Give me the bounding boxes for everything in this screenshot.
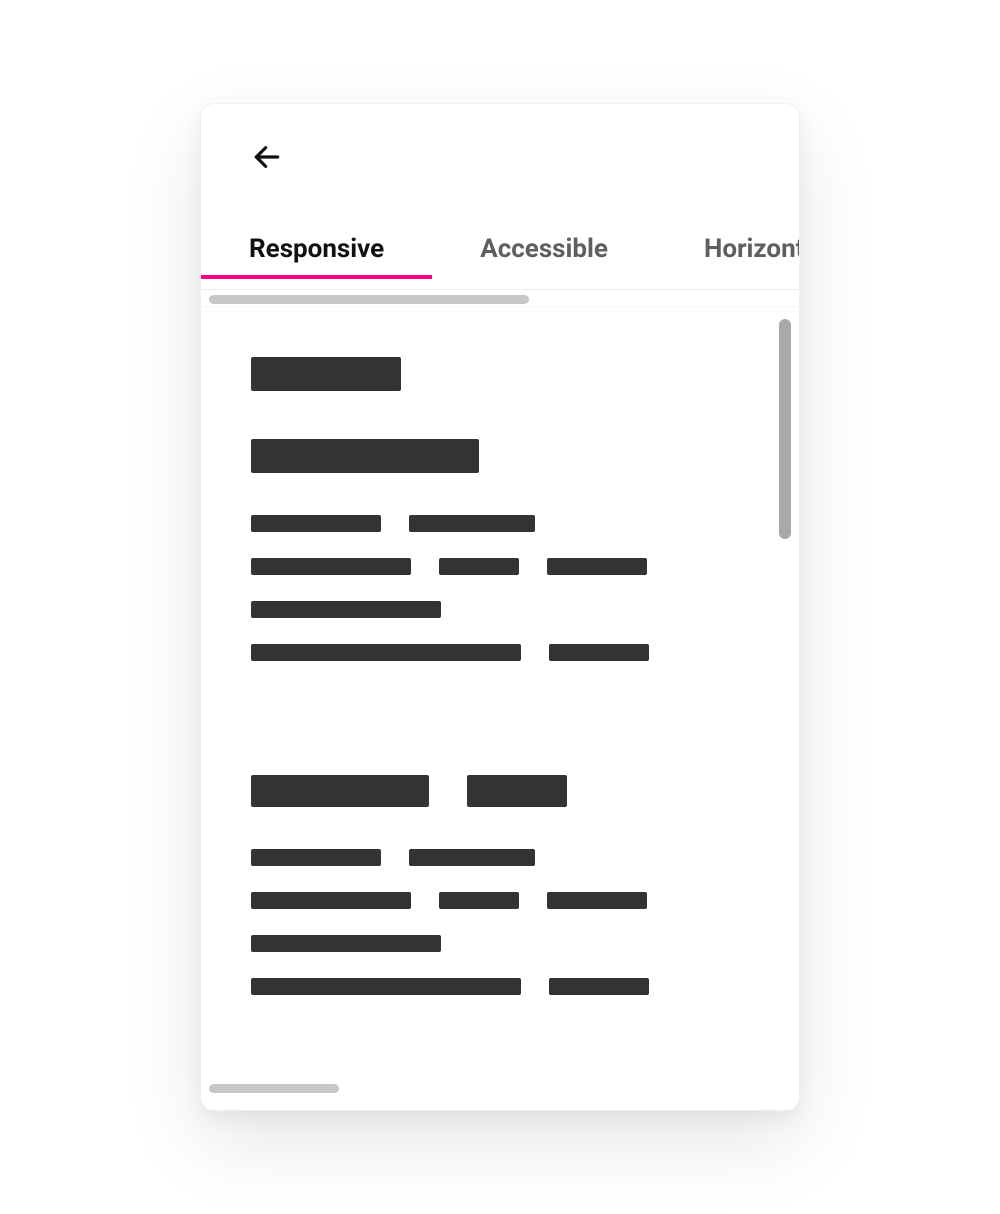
tab-responsive[interactable]: Responsive: [201, 234, 432, 278]
back-button[interactable]: [251, 143, 283, 175]
skeleton-text: [251, 644, 521, 661]
skeleton-text: [251, 558, 411, 575]
skeleton-text: [251, 978, 521, 995]
tabs-scroll[interactable]: Responsive Accessible Horizontally Scrol…: [201, 234, 799, 290]
content-horizontal-scrollbar[interactable]: [209, 1080, 791, 1100]
scrollbar-thumb[interactable]: [209, 1084, 339, 1093]
skeleton-text: [251, 935, 441, 952]
content-vertical-scrollbar[interactable]: [779, 319, 793, 1068]
skeleton-heading: [251, 775, 429, 807]
tab-horizontal[interactable]: Horizontally Scrollable: [656, 234, 799, 278]
skeleton-heading-row: [251, 775, 721, 807]
tabs-container: Responsive Accessible Horizontally Scrol…: [201, 234, 799, 278]
skeleton-text: [251, 892, 411, 909]
skeleton-text: [409, 515, 535, 532]
skeleton-text: [251, 849, 381, 866]
tab-label: Responsive: [249, 234, 384, 264]
skeleton-paragraph-row: [251, 558, 721, 601]
skeleton-heading: [251, 357, 401, 391]
scrollbar-thumb[interactable]: [779, 319, 791, 539]
skeleton-paragraph-row: [251, 644, 721, 687]
content-scroll-viewport[interactable]: [201, 307, 771, 1080]
skeleton-group: [251, 775, 721, 1021]
tab-label: Horizontally Scrollable: [704, 234, 799, 264]
tab-label: Accessible: [480, 234, 608, 264]
skeleton-text: [547, 892, 647, 909]
skeleton-group: [251, 357, 721, 687]
skeleton-paragraph-row: [251, 892, 721, 935]
demo-card: Responsive Accessible Horizontally Scrol…: [200, 103, 800, 1111]
tabs-horizontal-scrollbar[interactable]: [209, 292, 791, 306]
skeleton-paragraph-row: [251, 978, 721, 1021]
skeleton-subheading: [251, 439, 479, 473]
arrow-left-icon: [251, 141, 283, 177]
header-bar: [201, 104, 799, 184]
content-area: [201, 306, 799, 1080]
skeleton-paragraph-row: [251, 849, 721, 892]
skeleton-paragraph-row: [251, 601, 721, 644]
skeleton-text: [549, 978, 649, 995]
skeleton-text: [439, 892, 519, 909]
skeleton-text: [251, 601, 441, 618]
skeleton-heading: [467, 775, 567, 807]
skeleton-text: [439, 558, 519, 575]
skeleton-paragraph-row: [251, 935, 721, 978]
scrollbar-thumb[interactable]: [209, 295, 529, 304]
skeleton-text: [251, 515, 381, 532]
skeleton-text: [549, 644, 649, 661]
skeleton-text: [547, 558, 647, 575]
tab-accessible[interactable]: Accessible: [432, 234, 656, 278]
skeleton-text: [409, 849, 535, 866]
skeleton-paragraph-row: [251, 515, 721, 558]
